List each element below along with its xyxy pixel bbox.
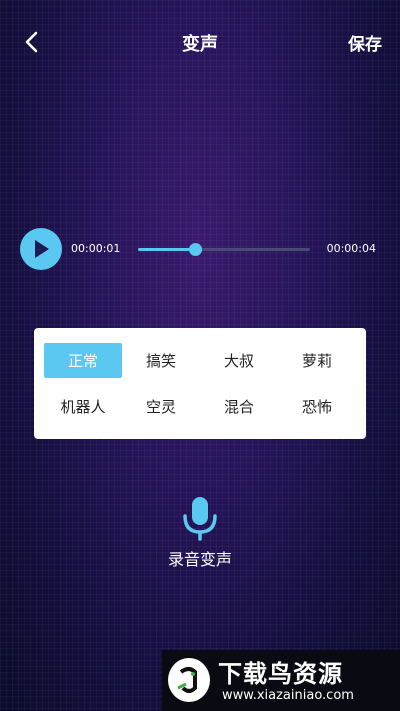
page-title: 变声 — [182, 34, 218, 55]
watermark-url: www.xiazainiao.com — [222, 688, 354, 703]
top-bar: 变声 保存 — [0, 0, 400, 84]
effect-option[interactable]: 搞笑 — [122, 338, 200, 384]
effect-option[interactable]: 正常 — [44, 338, 122, 384]
effect-option[interactable]: 机器人 — [44, 384, 122, 430]
save-button[interactable]: 保存 — [348, 30, 382, 55]
effect-label: 大叔 — [223, 352, 254, 371]
effect-label: 搞笑 — [145, 352, 176, 371]
effect-option[interactable]: 混合 — [200, 384, 278, 430]
effect-label: 萝莉 — [301, 352, 332, 371]
effect-label: 正常 — [44, 343, 122, 379]
effect-label: 恐怖 — [301, 397, 332, 416]
play-button[interactable] — [20, 228, 62, 270]
current-time: 00:00:01 — [71, 242, 121, 255]
play-icon — [35, 240, 49, 258]
effect-label: 机器人 — [60, 397, 106, 416]
effect-option[interactable]: 空灵 — [122, 384, 200, 430]
progress-fill — [138, 248, 195, 251]
effect-label: 混合 — [223, 397, 254, 416]
effect-label: 空灵 — [145, 397, 176, 416]
voice-effects-panel: 正常 搞笑 大叔 萝莉 机器人 空灵 混合 恐怖 — [34, 328, 366, 439]
watermark-logo-icon — [168, 658, 210, 702]
progress-thumb[interactable] — [188, 243, 202, 256]
total-time: 00:00:04 — [326, 242, 376, 255]
progress-slider[interactable] — [138, 243, 310, 256]
effect-option[interactable]: 萝莉 — [278, 338, 356, 384]
effect-option[interactable]: 大叔 — [200, 338, 278, 384]
audio-player: 00:00:01 00:00:04 — [20, 228, 380, 272]
record-button[interactable]: 录音变声 — [160, 496, 240, 576]
watermark-title: 下载鸟资源 — [218, 660, 343, 688]
microphone-icon — [183, 497, 217, 541]
watermark: 下载鸟资源 www.xiazainiao.com — [162, 650, 400, 711]
record-label: 录音变声 — [167, 550, 232, 569]
effect-option[interactable]: 恐怖 — [278, 384, 356, 430]
